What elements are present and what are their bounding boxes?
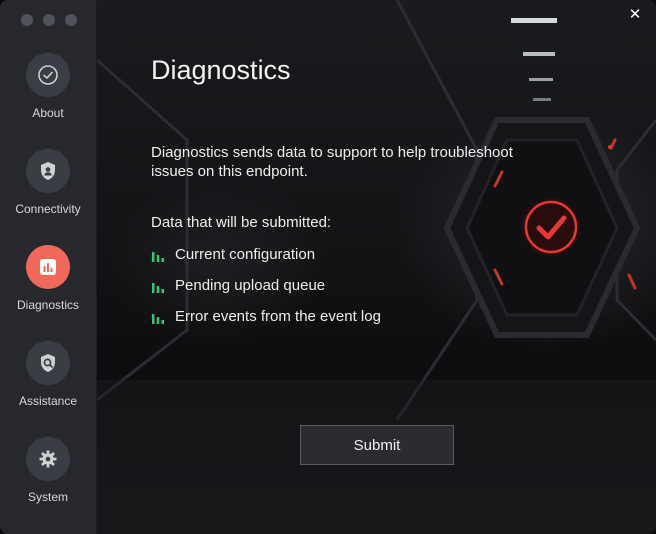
sidebar-item-system[interactable]: System xyxy=(0,437,96,504)
shield-icon xyxy=(26,149,70,193)
list-item-label: Pending upload queue xyxy=(175,277,326,294)
submit-button[interactable]: Submit xyxy=(300,425,454,465)
window-dot-1[interactable] xyxy=(21,14,33,26)
status-check-badge xyxy=(522,198,580,256)
list-item: Current configuration xyxy=(151,246,381,277)
description-text: Diagnostics sends data to support to hel… xyxy=(151,144,513,180)
sidebar-item-label: Diagnostics xyxy=(16,298,80,312)
sidebar-item-assistance[interactable]: Assistance xyxy=(0,341,96,408)
sidebar-item-connectivity[interactable]: Connectivity xyxy=(0,149,96,216)
diagnostics-window: About Connectivity Diagnostics Assistanc… xyxy=(0,0,656,534)
submitted-data-list: Current configuration Pending upload que… xyxy=(151,246,381,339)
list-item: Pending upload queue xyxy=(151,277,381,308)
shield-search-icon xyxy=(26,341,70,385)
bar-chart-icon xyxy=(26,245,70,289)
gear-icon xyxy=(26,437,70,481)
sidebar-item-diagnostics[interactable]: Diagnostics xyxy=(0,245,96,312)
submitted-data-heading: Data that will be submitted: xyxy=(151,214,332,231)
sidebar-item-label: About xyxy=(32,106,64,120)
bar-chart-icon xyxy=(152,314,164,324)
list-item-label: Error events from the event log xyxy=(175,308,381,325)
window-dot-2[interactable] xyxy=(43,14,55,26)
sidebar-item-label: System xyxy=(27,490,68,504)
sidebar-item-label: Connectivity xyxy=(15,202,81,216)
bar-chart-icon xyxy=(152,283,164,293)
list-item-label: Current configuration xyxy=(175,246,316,263)
bar-chart-icon xyxy=(152,252,164,262)
list-item: Error events from the event log xyxy=(151,308,381,339)
sidebar-item-about[interactable]: About xyxy=(0,53,96,120)
sidebar: About Connectivity Diagnostics Assistanc… xyxy=(0,0,97,534)
page-title: Diagnostics xyxy=(151,55,291,85)
close-button[interactable]: ✕ xyxy=(626,6,644,24)
sidebar-item-label: Assistance xyxy=(18,394,78,408)
main-panel: ✕ Diagnostics Diagnostics sends data to … xyxy=(97,0,656,534)
window-controls xyxy=(21,14,77,26)
window-dot-3[interactable] xyxy=(65,14,77,26)
check-circle-icon xyxy=(26,53,70,97)
